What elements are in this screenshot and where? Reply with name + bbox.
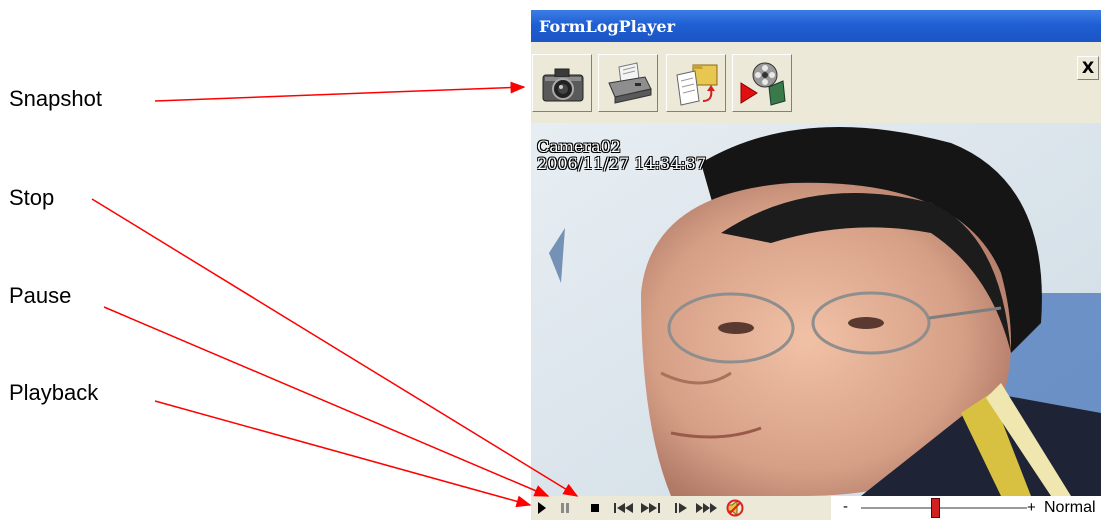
playback-controls: - + Normal	[531, 496, 1101, 520]
print-button[interactable]	[598, 54, 658, 112]
close-button[interactable]: X	[1077, 56, 1099, 80]
play-icon	[538, 502, 546, 514]
speed-label: Normal	[1044, 499, 1096, 516]
skip-to-start-button[interactable]	[612, 499, 636, 517]
step-forward-button[interactable]	[672, 499, 690, 517]
camera-icon	[542, 68, 584, 102]
playback-arrow	[154, 400, 532, 508]
pause-arrow	[103, 306, 550, 497]
snapshot-annotation: Snapshot	[9, 86, 102, 111]
speed-max-label: +	[1027, 499, 1036, 516]
window-title: FormLogPlayer	[539, 17, 676, 36]
speed-slider-area: - + Normal	[831, 496, 1101, 520]
log-player-window: FormLogPlayer X Camera02 2006/11/27 14:3…	[531, 10, 1101, 520]
film-reel-icon	[740, 62, 786, 106]
mute-button[interactable]	[724, 499, 746, 517]
fast-forward-icon	[696, 503, 717, 513]
timestamp-overlay: 2006/11/27 14:34:37	[537, 154, 707, 173]
speed-slider-thumb[interactable]	[931, 498, 940, 518]
fast-forward-button[interactable]	[695, 499, 719, 517]
video-frame	[531, 123, 1101, 496]
mute-icon	[726, 499, 744, 517]
skip-to-start-icon	[614, 503, 633, 513]
playback-button[interactable]	[534, 499, 550, 517]
speed-slider-track[interactable]	[861, 507, 1027, 509]
open-file-button[interactable]	[666, 54, 726, 112]
stop-icon	[591, 504, 599, 512]
camera-name-overlay: Camera02	[537, 137, 621, 156]
playback-annotation: Playback	[9, 380, 99, 405]
skip-to-end-icon	[641, 503, 660, 513]
video-display: Camera02 2006/11/27 14:34:37	[531, 123, 1101, 496]
pause-annotation: Pause	[9, 283, 72, 308]
printer-icon	[608, 62, 652, 104]
title-bar[interactable]: FormLogPlayer	[531, 10, 1101, 42]
toolbar: X	[531, 42, 1101, 123]
stop-annotation: Stop	[9, 185, 55, 210]
step-forward-icon	[675, 503, 687, 513]
speed-min-label: -	[843, 498, 848, 515]
stop-button[interactable]	[587, 499, 603, 517]
snapshot-button[interactable]	[532, 54, 592, 112]
play-record-button[interactable]	[732, 54, 792, 112]
snapshot-arrow	[154, 81, 526, 102]
pause-button[interactable]	[557, 499, 573, 517]
stop-arrow	[91, 198, 579, 497]
open-folder-icon	[676, 64, 718, 106]
skip-to-end-button[interactable]	[638, 499, 662, 517]
pause-icon	[561, 503, 569, 513]
